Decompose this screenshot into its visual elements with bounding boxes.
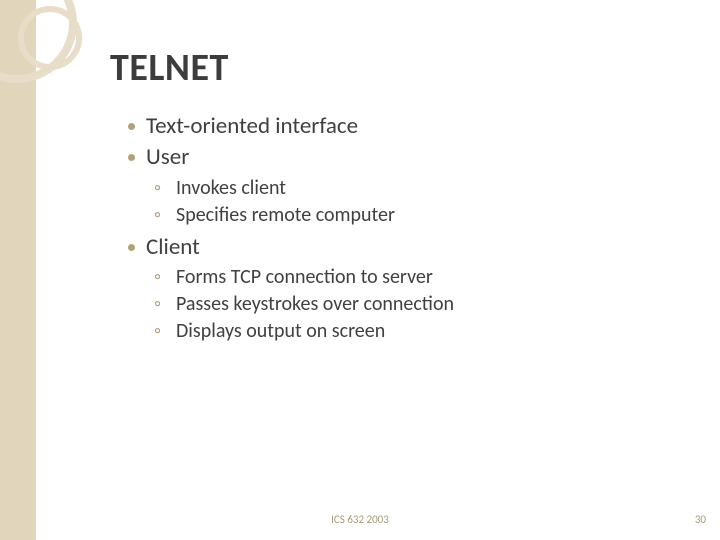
bullet-level1: Text-oriented interface (128, 112, 680, 141)
bullet-level2: Displays output on screen (128, 318, 680, 344)
slide-title: TELNET (110, 45, 229, 91)
bullet-level2: Invokes client (128, 175, 680, 201)
bullet-level2: Passes keystrokes over connection (128, 291, 680, 317)
bullet-level2: Forms TCP connection to server (128, 264, 680, 290)
content-body: Text-oriented interface User Invokes cli… (128, 112, 680, 345)
footer-course-label: ICS 632 2003 (0, 513, 720, 526)
bullet-level1: User (128, 143, 680, 172)
bullet-level1: Client (128, 233, 680, 262)
side-stripe (0, 0, 36, 540)
footer-page-number: 30 (695, 513, 706, 526)
bullet-level2: Specifies remote computer (128, 202, 680, 228)
